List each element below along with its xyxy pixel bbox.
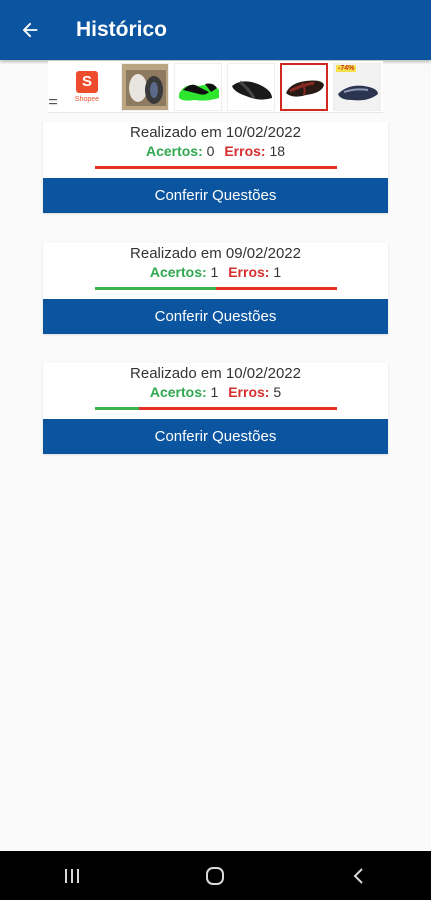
- score-bar-correct: [94, 407, 139, 410]
- ad-banner[interactable]: S Shopee -74%: [48, 61, 383, 113]
- acertos-label: Acertos:: [149, 264, 207, 280]
- history-score: Acertos: 0 Erros: 18: [43, 143, 388, 163]
- recents-button[interactable]: [42, 851, 102, 900]
- ad-shopee-logo[interactable]: S Shopee: [58, 63, 116, 111]
- discount-badge: -74%: [336, 64, 357, 72]
- history-card: Realizado em 09/02/2022 Acertos: 1 Erros…: [43, 243, 388, 334]
- arrow-left-icon: [22, 22, 38, 38]
- acertos-label: Acertos:: [145, 143, 203, 159]
- ad-product-thumb[interactable]: -74%: [333, 62, 381, 111]
- nav-back-button[interactable]: [329, 851, 389, 900]
- erros-label: Erros:: [228, 264, 270, 280]
- ad-product-thumb[interactable]: [227, 62, 275, 111]
- erros-label: Erros:: [224, 143, 266, 159]
- history-card: Realizado em 10/02/2022 Acertos: 0 Erros…: [43, 122, 388, 213]
- home-icon: [206, 866, 225, 885]
- score-bar-wrong: [138, 407, 337, 410]
- history-date: Realizado em 10/02/2022: [130, 124, 301, 141]
- acertos-value: 1: [210, 384, 219, 400]
- history-card: Realizado em 10/02/2022 Acertos: 1 Erros…: [43, 363, 388, 454]
- back-chevron-icon: [353, 867, 363, 884]
- acertos-value: 0: [206, 143, 215, 159]
- score-progress-bar: [94, 407, 337, 410]
- history-date: Realizado em 10/02/2022: [130, 365, 301, 382]
- check-questions-button[interactable]: Conferir Questões: [43, 299, 388, 334]
- recents-icon: [64, 868, 79, 883]
- score-progress-bar: [94, 287, 337, 290]
- acertos-value: 1: [210, 264, 219, 280]
- ad-product-thumb-selected[interactable]: [280, 62, 328, 111]
- history-date: Realizado em 09/02/2022: [130, 245, 301, 262]
- score-progress-bar: [94, 166, 337, 169]
- score-bar-correct: [94, 287, 216, 290]
- ad-product-thumb[interactable]: [174, 62, 222, 111]
- system-nav-bar: [0, 851, 431, 900]
- home-button[interactable]: [185, 851, 245, 900]
- check-questions-button[interactable]: Conferir Questões: [43, 178, 388, 213]
- history-score: Acertos: 1 Erros: 5: [43, 384, 388, 404]
- erros-value: 18: [269, 143, 286, 159]
- back-button[interactable]: [0, 0, 60, 60]
- ad-menu-icon[interactable]: [48, 61, 58, 113]
- page-title: Histórico: [76, 18, 168, 41]
- shopee-brand-text: Shopee: [74, 95, 100, 103]
- score-bar-wrong: [215, 287, 337, 290]
- history-score: Acertos: 1 Erros: 1: [43, 264, 388, 284]
- check-questions-button[interactable]: Conferir Questões: [43, 419, 388, 454]
- erros-value: 5: [273, 384, 282, 400]
- score-bar-wrong: [94, 166, 337, 169]
- shopee-bag-icon: S: [76, 70, 98, 93]
- erros-label: Erros:: [228, 384, 270, 400]
- erros-value: 1: [273, 264, 282, 280]
- acertos-label: Acertos:: [149, 384, 207, 400]
- app-bar: Histórico: [0, 0, 431, 60]
- ad-product-thumb[interactable]: [121, 62, 169, 111]
